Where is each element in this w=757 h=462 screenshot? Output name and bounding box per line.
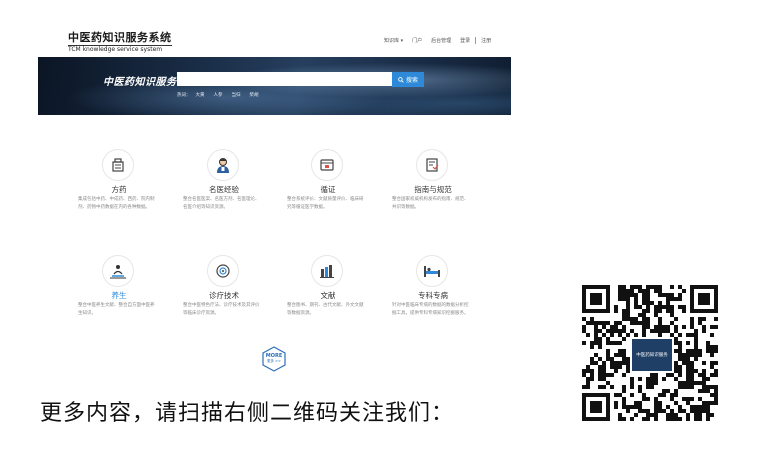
hot-word-link[interactable]: 人参 (214, 92, 223, 98)
nav-admin-link[interactable]: 后台管理 (431, 37, 451, 44)
bed-icon (416, 255, 448, 287)
guideline-icon (416, 149, 448, 181)
top-navigation: 知识库 ▾ 门户 后台管理 登录 注册 (384, 37, 500, 44)
hot-words-label: 热词： (177, 93, 191, 98)
card-title: 文献 (320, 291, 336, 300)
qr-code: 中医药知识服务 (582, 285, 718, 421)
card-title: 方药 (111, 185, 127, 194)
banner-title: 中医药知识服务 (103, 77, 177, 88)
card-title: 诊疗技术 (209, 291, 239, 300)
more-button[interactable]: MORE 更多 >> (262, 346, 286, 372)
search-icon (398, 76, 404, 83)
hot-word-link[interactable]: 大黄 (196, 92, 205, 98)
card-title: 循证 (320, 185, 336, 194)
qr-prompt-text: 更多内容，请扫描右侧二维码关注我们： (40, 401, 455, 426)
logo-chinese-name: 中医药知识服务系统 (68, 31, 172, 44)
card-description: 针对中医临床专病的数据的数据分析挖掘工具，提供专科专病知识挖掘服务。 (392, 303, 469, 316)
doctor-icon (207, 149, 239, 181)
diagnosis-icon (207, 255, 239, 287)
card-description: 整合名医医案、名医方剂、名医理论、名医介绍等知识资源。 (183, 197, 260, 210)
card-title: 养生 (111, 291, 127, 300)
logo-english-name: TCM knowledge service system (68, 45, 172, 54)
card-description: 整合中医养生文献、整合自方面中医养生知识。 (78, 303, 155, 316)
card-description: 集成包括中药、中成药、西药、院内制剂、药物中药数据在内的各种数据。 (78, 197, 155, 210)
card-title: 名医经验 (209, 185, 239, 194)
site-logo[interactable]: 中医药知识服务系统 TCM knowledge service system (68, 31, 172, 54)
more-sublabel: 更多 >> (267, 359, 281, 363)
nav-knowledge-base-dropdown[interactable]: 知识库 ▾ (384, 37, 403, 44)
qr-center-logo: 中医药知识服务 (630, 337, 674, 373)
search-button-label: 搜索 (405, 77, 418, 84)
hot-word-link[interactable]: 柴胡 (250, 92, 259, 98)
nav-register-link[interactable]: 注册 (481, 37, 491, 44)
card-description: 整合系统评价、文献质量评价、临床研究等循证医学数据。 (287, 197, 364, 210)
nav-separator (475, 37, 477, 44)
medicine-box-icon (102, 149, 134, 181)
card-title: 专科专病 (418, 291, 448, 300)
card-title: 指南与规范 (414, 185, 452, 194)
card-description: 整合图书、期刊、古代文献、外文文献等数据资源。 (287, 303, 364, 316)
hot-word-link[interactable]: 当归 (232, 92, 241, 98)
card-description: 整合国家权威机构发布的指南、规范、共识等数据。 (392, 197, 469, 210)
card-description: 整合中医特色疗法、诊疗技术及其评价等临床诊疗资源。 (183, 303, 260, 316)
evidence-icon (311, 149, 343, 181)
search-button[interactable]: 搜索 (392, 72, 424, 87)
nav-login-link[interactable]: 登录 (460, 37, 470, 44)
search-banner: 中医药知识服务 搜索 热词： 大黄 人参 当归 柴胡 (38, 57, 511, 115)
books-icon (311, 255, 343, 287)
search-input[interactable] (177, 72, 392, 86)
hot-words: 热词： 大黄 人参 当归 柴胡 (177, 92, 268, 98)
health-care-icon (102, 255, 134, 287)
nav-portal-link[interactable]: 门户 (412, 37, 422, 44)
qr-center-label: 中医药知识服务 (636, 353, 668, 358)
